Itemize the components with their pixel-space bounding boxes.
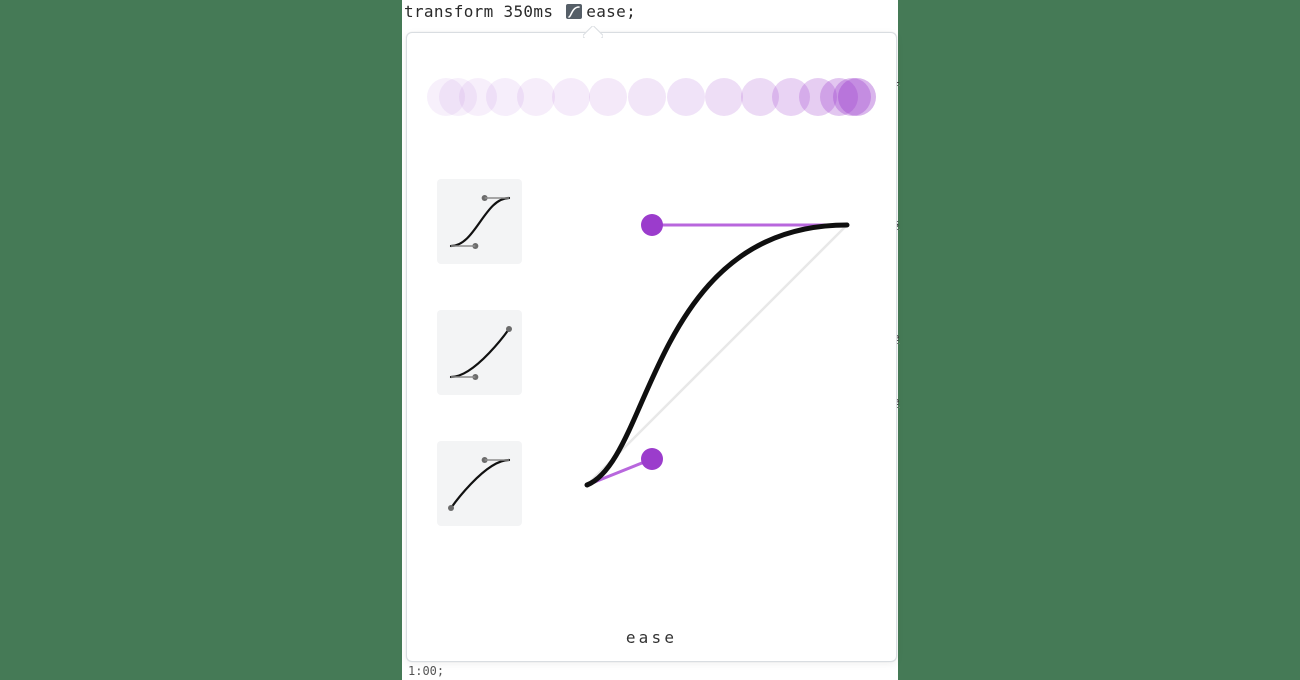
trail-ghost (838, 78, 876, 116)
trail-ghost (705, 78, 743, 116)
preset-ease-in[interactable] (437, 310, 522, 395)
css-declaration: transform 350ms ease ; (404, 2, 636, 21)
preset-ease-out[interactable] (437, 441, 522, 526)
easing-curve-icon[interactable] (566, 4, 582, 19)
control-handle-2[interactable] (641, 214, 663, 236)
preset-list (437, 179, 522, 526)
linear-guide (587, 225, 847, 485)
css-duration: 350ms (504, 2, 554, 21)
space (553, 2, 563, 21)
trail-ghost (667, 78, 705, 116)
css-timing-function: ease (586, 2, 626, 21)
trail-ghost (552, 78, 590, 116)
css-property: transform (404, 2, 494, 21)
bezier-editor[interactable] (587, 225, 847, 485)
css-suffix: ; (626, 2, 636, 21)
popover-caret (583, 26, 603, 38)
trail-ghost (628, 78, 666, 116)
page-backdrop-right (898, 0, 1300, 680)
page-bottom-fragment: 1:00; (408, 664, 444, 678)
preset-ease-in-out[interactable] (437, 179, 522, 264)
control-handle-1[interactable] (641, 448, 663, 470)
page-backdrop-left (0, 0, 402, 680)
trail-ghost (589, 78, 627, 116)
bezier-editor-popover: ease (406, 32, 897, 662)
current-curve-label: ease (407, 628, 896, 647)
easing-motion-trail (427, 67, 876, 127)
space (494, 2, 504, 21)
trail-ghost (517, 78, 555, 116)
